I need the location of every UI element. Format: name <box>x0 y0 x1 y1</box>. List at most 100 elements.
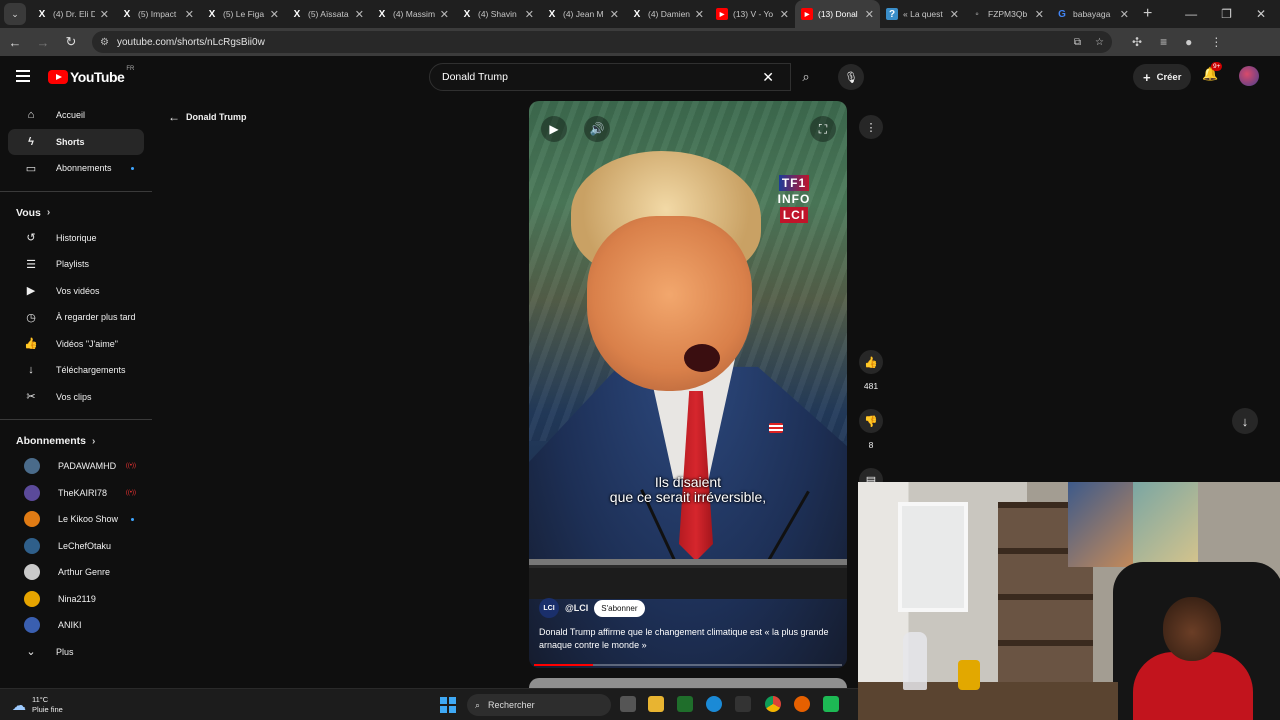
subscriptions-section-heading[interactable]: Abonnements › <box>0 429 152 453</box>
close-tab-icon[interactable]: ✕ <box>780 8 789 21</box>
close-tab-icon[interactable]: ✕ <box>695 8 704 21</box>
short-description[interactable]: Donald Trump affirme que le changement c… <box>539 626 839 652</box>
close-tab-icon[interactable]: ✕ <box>440 8 449 21</box>
chrome-icon[interactable] <box>765 696 781 712</box>
channel-handle[interactable]: @LCI <box>565 603 588 613</box>
webcam-streamer <box>1133 597 1253 720</box>
maximize-icon[interactable]: ❐ <box>1221 7 1232 21</box>
browser-tab[interactable]: ? « La quest ✕ <box>880 0 965 28</box>
store-icon[interactable] <box>735 696 751 712</box>
sidebar-item-playlists[interactable]: ☰ Playlists <box>8 251 144 278</box>
next-short-button[interactable]: ↓ <box>1232 408 1258 434</box>
firefox-icon[interactable] <box>794 696 810 712</box>
forward-icon[interactable]: → <box>36 35 50 50</box>
create-button[interactable]: + Créer <box>1133 64 1192 90</box>
sidebar-item-thekairi78[interactable]: TheKAIRI78 ((•)) <box>8 480 144 507</box>
close-tab-icon[interactable]: ✕ <box>100 8 109 21</box>
close-window-icon[interactable]: ✕ <box>1256 7 1266 21</box>
volume-button[interactable]: 🔊 <box>584 116 610 142</box>
channel-avatar[interactable]: LCI <box>539 598 559 618</box>
site-info-icon[interactable]: ⚙ <box>100 37 109 48</box>
subscribe-button[interactable]: S'abonner <box>594 599 645 617</box>
search-input[interactable] <box>442 71 763 83</box>
close-tab-icon[interactable]: ✕ <box>950 8 959 21</box>
sidebar-item-vid-os-j-aime[interactable]: 👍 Vidéos "J'aime" <box>8 331 144 358</box>
sidebar-show-more[interactable]: ⌄ Plus <box>8 639 144 666</box>
xbox-icon[interactable] <box>677 696 693 712</box>
browser-tab[interactable]: X (4) Massim ✕ <box>370 0 455 28</box>
close-tab-icon[interactable]: ✕ <box>355 8 364 21</box>
sidebar-item-nina2119[interactable]: Nina2119 <box>8 586 144 613</box>
sidebar-item-historique[interactable]: ↺ Historique <box>8 225 144 252</box>
search-button[interactable]: ⌕ <box>791 63 821 91</box>
play-button[interactable]: ▶ <box>541 116 567 142</box>
plus-icon: + <box>1143 69 1151 85</box>
tab-search-button[interactable]: ⌄ <box>4 3 26 25</box>
close-tab-icon[interactable]: ✕ <box>525 8 534 21</box>
extensions-icon[interactable]: ✣ <box>1132 35 1142 49</box>
browser-tab[interactable]: X (5) Aïssata ✕ <box>285 0 370 28</box>
channel-avatar <box>24 484 40 501</box>
shorts-player[interactable]: TF1 INFO LCI ▶ 🔊 ⛶ Ils disaient que ce s… <box>529 101 847 668</box>
voice-search-button[interactable]: 🎙 <box>838 64 864 90</box>
browser-tab[interactable]: X (4) Shavin ✕ <box>455 0 540 28</box>
browser-tab[interactable]: X (5) Le Figa ✕ <box>200 0 285 28</box>
taskbar-search[interactable]: ⌕ Rechercher <box>467 694 611 716</box>
page-icon: ? <box>886 8 898 20</box>
browser-tab[interactable]: Gbabayaga ✕ <box>1050 0 1135 28</box>
you-section-heading[interactable]: Vous › <box>0 201 152 225</box>
browser-tab[interactable]: X (4) Dr. Eli D ✕ <box>30 0 115 28</box>
notifications-button[interactable]: 🔔 9+ <box>1202 62 1223 82</box>
windows-start-icon[interactable] <box>440 697 456 713</box>
close-tab-icon[interactable]: ✕ <box>1035 8 1044 21</box>
install-app-icon[interactable]: ⧉ <box>1074 37 1081 48</box>
sidebar-item-accueil[interactable]: ⌂ Accueil <box>8 102 144 129</box>
sidebar-item-regarder-plus-tard[interactable]: ◷ À regarder plus tard <box>8 304 144 331</box>
sidebar-item-abonnements[interactable]: ▭ Abonnements <box>8 155 144 182</box>
sidebar-item-t-l-chargements[interactable]: ↓ Téléchargements <box>8 357 144 384</box>
edge-icon[interactable] <box>706 696 722 712</box>
close-tab-icon[interactable]: ✕ <box>610 8 619 21</box>
close-tab-icon[interactable]: ✕ <box>865 8 874 21</box>
sidebar-item-vos-vid-os[interactable]: ▶ Vos vidéos <box>8 278 144 305</box>
sidebar-item-padawamhd[interactable]: PADAWAMHD ((•)) <box>8 453 144 480</box>
app-icon[interactable] <box>823 696 839 712</box>
browser-tab[interactable]: X (5) Impact ✕ <box>115 0 200 28</box>
like-button[interactable]: 👍 <box>859 350 883 374</box>
minimize-icon[interactable]: — <box>1185 7 1197 21</box>
bookmark-star-icon[interactable]: ☆ <box>1095 37 1104 48</box>
sidebar-item-le-kikoo-show[interactable]: Le Kikoo Show <box>8 506 144 533</box>
sidebar-item-lechefotaku[interactable]: LeChefOtaku <box>8 533 144 560</box>
more-options-button[interactable]: ⋮ <box>859 115 883 139</box>
browser-tab[interactable]: X (4) Jean M ✕ <box>540 0 625 28</box>
reload-icon[interactable]: ↻ <box>64 34 78 50</box>
address-bar[interactable]: ⚙ youtube.com/shorts/nLcRgsBii0w ⧉ ☆ <box>92 31 1112 53</box>
browser-tab[interactable]: ◦ FZPM3Qb ✕ <box>965 0 1050 28</box>
weather-widget[interactable]: ☁ 11°C Pluie fine <box>12 695 63 715</box>
task-view-icon[interactable] <box>620 696 636 712</box>
youtube-logo[interactable]: YouTube FR <box>48 66 134 85</box>
back-icon[interactable]: ← <box>8 35 22 50</box>
progress-bar[interactable] <box>534 664 842 666</box>
dislike-button[interactable]: 👎 <box>859 409 883 433</box>
close-tab-icon[interactable]: ✕ <box>270 8 279 21</box>
browser-tab[interactable]: X (4) Damien ✕ <box>625 0 710 28</box>
close-tab-icon[interactable]: ✕ <box>185 8 194 21</box>
sidebar-item-vos-clips[interactable]: ✂ Vos clips <box>8 384 144 411</box>
account-avatar[interactable] <box>1239 66 1259 86</box>
hamburger-menu-icon[interactable] <box>16 70 30 85</box>
clear-search-icon[interactable]: ✕ <box>762 69 774 86</box>
back-to-search-link[interactable]: ← Donald Trump <box>168 110 247 124</box>
file-explorer-icon[interactable] <box>648 696 664 712</box>
sidebar-item-shorts[interactable]: ϟ Shorts <box>8 128 144 155</box>
media-controls-icon[interactable]: ≡ <box>1160 35 1167 49</box>
sidebar-item-aniki[interactable]: ANIKI <box>8 612 144 639</box>
fullscreen-button[interactable]: ⛶ <box>810 116 836 142</box>
sidebar-item-arthur-genre[interactable]: Arthur Genre <box>8 559 144 586</box>
new-tab-button[interactable]: + <box>1143 5 1152 23</box>
profile-icon[interactable]: ● <box>1185 35 1192 49</box>
browser-tab[interactable]: ▶ (13) V - Yo ✕ <box>710 0 795 28</box>
browser-menu-icon[interactable]: ⋮ <box>1210 35 1222 49</box>
close-tab-icon[interactable]: ✕ <box>1120 8 1129 21</box>
browser-tab[interactable]: ▶ (13) Donal ✕ <box>795 0 880 28</box>
